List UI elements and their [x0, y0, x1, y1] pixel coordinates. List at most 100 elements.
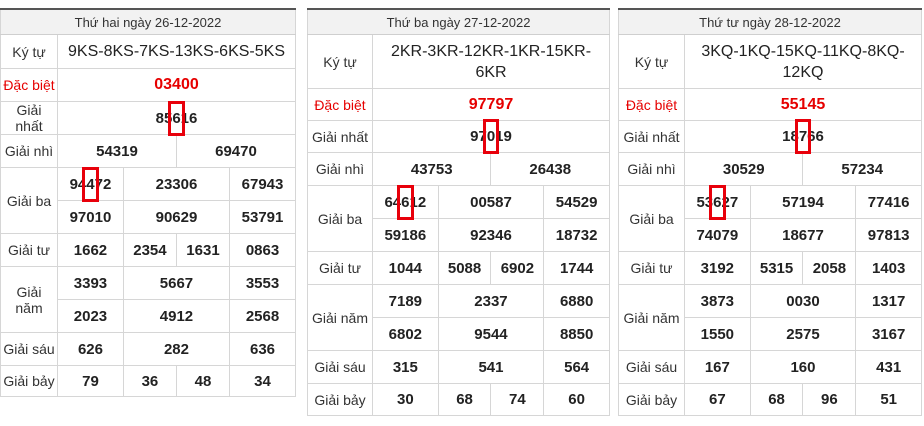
label-giai-nhat: Giải nhất: [307, 120, 373, 153]
giai-tu-value: 1403: [855, 251, 922, 285]
label-giai-nhat: Giải nhất: [618, 120, 685, 153]
giai-sau-value: 541: [437, 350, 545, 384]
giai-nam-value: 3167: [855, 317, 922, 351]
label-giai-bay: Giải bảy: [0, 365, 58, 397]
label-giai-ba: Giải ba: [307, 185, 373, 252]
giai-ba-value: 59186: [372, 218, 439, 252]
giai-ba-value: 97010: [57, 200, 124, 234]
date-header: Thứ hai ngày 26-12-2022: [0, 8, 296, 35]
giai-nam-value: 1317: [855, 284, 922, 318]
highlighted-digit: 6: [168, 100, 185, 136]
giai-nam-value: 3553: [229, 266, 296, 300]
giai-nam-value: 1550: [684, 317, 751, 351]
label-giai-tu: Giải tư: [618, 251, 685, 285]
giai-nam-value: 9544: [437, 317, 545, 351]
giai-nam-value: 0030: [749, 284, 857, 318]
giai-nam-value: 2575: [749, 317, 857, 351]
giai-ba-value: 18732: [543, 218, 610, 252]
giai-ba-value: 90629: [122, 200, 231, 234]
label-giai-nhi: Giải nhì: [618, 152, 685, 186]
giai-nam-value: 3393: [57, 266, 124, 300]
giai-tu-value: 1044: [372, 251, 439, 285]
giai-tu-value: 1662: [57, 233, 124, 267]
giai-nhi-value: 43753: [371, 152, 492, 186]
giai-tu-value: 2058: [802, 251, 857, 285]
result-table-monday: Thứ hai ngày 26-12-2022 Ký tự 9KS-8KS-7K…: [0, 8, 297, 397]
giai-nhi-value: 30529: [683, 152, 804, 186]
label-giai-nam: Giải năm: [618, 284, 685, 351]
giai-nhi-value: 57234: [802, 152, 922, 186]
giai-ba-value: 00587: [437, 185, 545, 219]
giai-nhat-value: 970 19: [372, 119, 610, 154]
giai-sau-value: 282: [122, 332, 231, 366]
giai-ba-value: 92346: [437, 218, 545, 252]
giai-bay-value: 60: [543, 383, 610, 416]
highlighted-digit: 0: [482, 119, 500, 154]
ky-tu-value: 2KR-3KR-12KR-1KR-15KR- 6KR: [372, 34, 610, 89]
giai-nam-value: 3873: [684, 284, 751, 318]
label-giai-sau: Giải sáu: [0, 332, 58, 366]
highlighted-digit: 6: [397, 184, 414, 220]
ky-tu-value: 3KQ-1KQ-15KQ-11KQ-8KQ- 12KQ: [684, 34, 922, 89]
highlighted-digit: 4: [82, 166, 99, 202]
giai-ba-value: 646 12: [372, 184, 439, 220]
label-giai-nhi: Giải nhì: [307, 152, 373, 186]
giai-bay-value: 34: [229, 365, 296, 397]
highlighted-digit: 6: [709, 184, 726, 220]
giai-bay-value: 74: [490, 383, 545, 416]
label-ky-tu: Ký tự: [618, 34, 685, 89]
giai-sau-value: 167: [684, 350, 751, 384]
giai-bay-value: 36: [122, 365, 177, 397]
label-ky-tu: Ký tự: [0, 34, 58, 69]
label-dac-biet: Đặc biệt: [618, 88, 685, 121]
giai-nhi-value: 54319: [57, 134, 177, 168]
giai-bay-value: 96: [802, 383, 857, 416]
giai-sau-value: 636: [229, 332, 296, 366]
giai-tu-value: 2354: [122, 233, 177, 267]
giai-ba-value: 57194: [749, 185, 857, 219]
giai-sau-value: 626: [57, 332, 124, 366]
giai-bay-value: 79: [57, 365, 124, 397]
giai-nam-value: 2337: [437, 284, 545, 318]
giai-nam-value: 4912: [122, 299, 231, 333]
date-header: Thứ ba ngày 27-12-2022: [307, 8, 610, 35]
label-dac-biet: Đặc biệt: [0, 68, 58, 102]
label-giai-bay: Giải bảy: [307, 383, 373, 416]
giai-nhi-value: 26438: [490, 152, 610, 186]
giai-nhi-value: 69470: [175, 134, 297, 168]
giai-nhat-value: 187 66: [684, 119, 922, 154]
label-giai-nhi: Giải nhì: [0, 134, 58, 168]
label-giai-nam: Giải năm: [307, 284, 373, 351]
giai-bay-value: 68: [749, 383, 804, 416]
label-giai-ba: Giải ba: [0, 167, 58, 234]
giai-tu-value: 0863: [229, 233, 296, 267]
giai-tu-value: 5088: [437, 251, 492, 285]
giai-tu-value: 1631: [175, 233, 231, 267]
giai-nhat-value: 856 16: [57, 100, 296, 136]
giai-ba-value: 97813: [855, 218, 922, 252]
highlighted-digit: 7: [794, 119, 812, 154]
giai-ba-value: 77416: [855, 185, 922, 219]
label-dac-biet: Đặc biệt: [307, 88, 373, 121]
giai-bay-value: 67: [684, 383, 751, 416]
label-giai-nhat: Giải nhất: [0, 101, 58, 135]
label-ky-tu: Ký tự: [307, 34, 373, 89]
label-giai-sau: Giải sáu: [618, 350, 685, 384]
dac-biet-value: 97797: [372, 88, 610, 121]
giai-nam-value: 8850: [543, 317, 610, 351]
label-giai-bay: Giải bảy: [618, 383, 685, 416]
giai-tu-value: 6902: [490, 251, 545, 285]
giai-ba-value: 54529: [543, 185, 610, 219]
giai-bay-value: 30: [372, 383, 439, 416]
label-giai-tu: Giải tư: [307, 251, 373, 285]
giai-ba-value: 23306: [122, 167, 231, 201]
giai-nam-value: 2023: [57, 299, 124, 333]
dac-biet-value: 03400: [57, 68, 296, 102]
label-giai-sau: Giải sáu: [307, 350, 373, 384]
giai-ba-value: 944 72: [57, 166, 124, 202]
giai-bay-value: 51: [855, 383, 922, 416]
giai-nam-value: 6802: [372, 317, 439, 351]
giai-ba-value: 67943: [229, 167, 296, 201]
label-giai-nam: Giải năm: [0, 266, 58, 333]
giai-ba-value: 53791: [229, 200, 296, 234]
